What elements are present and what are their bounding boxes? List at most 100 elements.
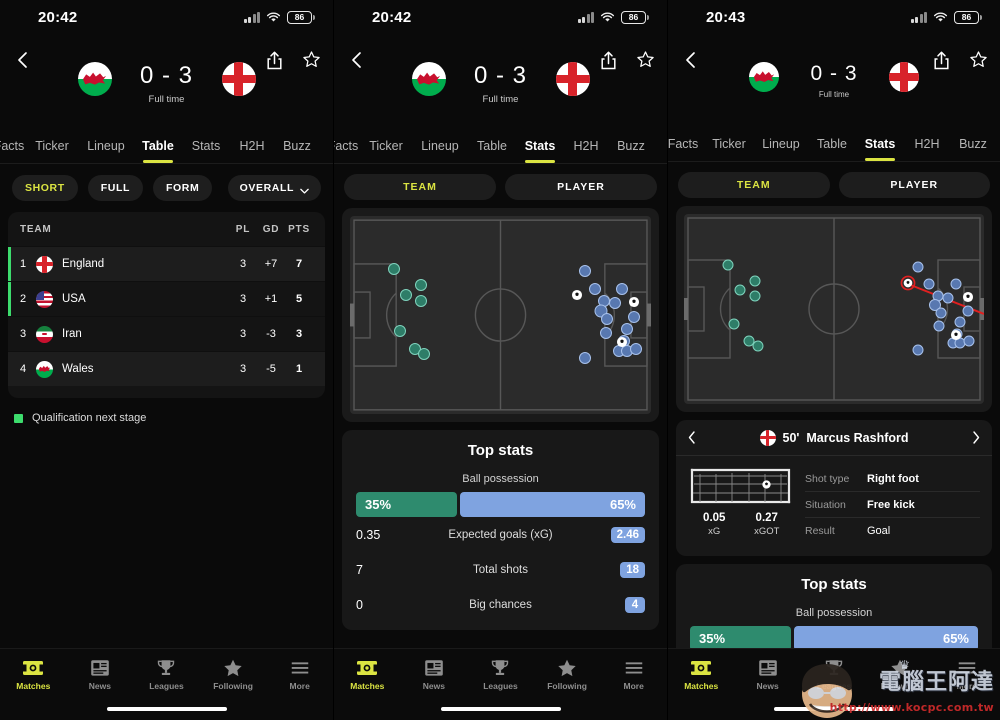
shot-dot-home[interactable] — [734, 284, 745, 296]
nav-more[interactable]: More — [600, 658, 667, 691]
status-time: 20:42 — [372, 8, 412, 26]
shot-player-name: Marcus Rashford — [806, 430, 909, 445]
tab-lineup[interactable]: Lineup — [754, 137, 808, 161]
shot-dot-home[interactable] — [752, 340, 763, 352]
shot-dot-away[interactable] — [962, 305, 973, 317]
shot-dot-away[interactable] — [942, 292, 954, 304]
nav-leagues[interactable]: Leagues — [467, 658, 534, 691]
shot-dot-away[interactable] — [629, 342, 642, 355]
nav-matches[interactable]: Matches — [0, 658, 67, 691]
shot-dot-away[interactable] — [933, 320, 945, 332]
nav-news-label: News — [756, 680, 779, 691]
tab-buzz[interactable]: Buzz — [608, 139, 654, 163]
scope-dropdown[interactable]: OVERALL — [227, 175, 321, 201]
goal-ball-icon[interactable] — [617, 336, 628, 347]
shot-dot-away[interactable] — [935, 307, 946, 319]
nav-following-label: Following — [880, 680, 921, 691]
table-row[interactable]: 1 England 3 +7 7 — [8, 246, 325, 281]
shot-dot-home[interactable] — [728, 318, 739, 330]
chevron-right-icon[interactable] — [972, 431, 980, 444]
goal-ball-icon[interactable] — [572, 290, 583, 301]
nav-more[interactable]: More — [266, 658, 333, 691]
shot-dot-away[interactable] — [578, 265, 591, 278]
tab-lineup[interactable]: Lineup — [412, 139, 468, 163]
tab-facts[interactable]: Facts — [0, 139, 26, 163]
shot-dot-home[interactable] — [414, 279, 427, 292]
shot-dot-away[interactable] — [628, 310, 641, 323]
shot-dot-away[interactable] — [599, 326, 612, 339]
tab-stats[interactable]: Stats — [516, 139, 564, 163]
nav-matches[interactable]: Matches — [668, 658, 734, 691]
table-row[interactable]: 2 USA 3 +1 5 — [8, 281, 325, 316]
shot-minute: 50' — [782, 430, 800, 445]
signal-bars-icon — [577, 11, 594, 23]
shot-dot-away[interactable] — [589, 283, 602, 296]
table-row[interactable]: 4 Wales 3 -5 1 — [8, 351, 325, 386]
shot-map-pitch[interactable] — [684, 214, 984, 404]
nav-leagues[interactable]: Leagues — [133, 658, 200, 691]
nav-news[interactable]: News — [67, 658, 134, 691]
shot-dot-away[interactable] — [954, 316, 966, 328]
tab-h2h[interactable]: H2H — [230, 139, 274, 163]
goal-ball-icon[interactable] — [629, 297, 640, 308]
shot-dot-home[interactable] — [749, 290, 760, 302]
filter-short-button[interactable]: SHORT — [12, 175, 78, 201]
tab-h2h[interactable]: H2H — [564, 139, 608, 163]
selected-shot-ball-icon[interactable] — [900, 275, 915, 291]
toggle-player-button[interactable]: PLAYER — [838, 172, 990, 198]
tab-stats[interactable]: Stats — [182, 139, 230, 163]
filter-full-button[interactable]: FULL — [87, 175, 143, 201]
shot-dot-home[interactable] — [722, 259, 733, 271]
shot-dot-away[interactable] — [601, 312, 614, 325]
shot-map-pitch[interactable] — [350, 216, 651, 414]
shot-dot-home[interactable] — [387, 263, 400, 276]
shot-dot-home[interactable] — [393, 324, 406, 337]
shot-dot-away[interactable] — [620, 322, 633, 335]
nav-matches[interactable]: Matches — [334, 658, 401, 691]
tab-ticker[interactable]: Ticker — [26, 139, 78, 163]
row-team-name: USA — [62, 293, 86, 305]
goal-ball-icon[interactable] — [950, 329, 961, 340]
status-indicators: 86 — [577, 10, 649, 24]
nav-news-label: News — [88, 680, 111, 691]
tab-h2h[interactable]: H2H — [904, 137, 950, 161]
shot-dot-home[interactable] — [749, 275, 760, 286]
tab-lineup[interactable]: Lineup — [78, 139, 134, 163]
chevron-left-icon[interactable] — [688, 431, 696, 444]
tab-ticker[interactable]: Ticker — [704, 137, 754, 161]
tab-facts[interactable]: Facts — [668, 137, 704, 161]
filter-form-button[interactable]: FORM — [152, 175, 213, 201]
shot-dot-home[interactable] — [414, 295, 427, 308]
nav-more[interactable]: More — [934, 658, 1000, 691]
possession-home: 35% — [356, 492, 458, 517]
table-row[interactable]: 3 Iran 3 -3 3 — [8, 316, 325, 351]
shot-dot-away[interactable] — [616, 283, 629, 296]
goal-ball-icon[interactable] — [962, 291, 973, 302]
nav-news[interactable]: News — [734, 658, 800, 691]
tab-buzz[interactable]: Buzz — [274, 139, 320, 163]
toggle-player-button[interactable]: PLAYER — [505, 174, 657, 200]
nav-leagues[interactable]: Leagues — [801, 658, 867, 691]
nav-following[interactable]: Following — [200, 658, 267, 691]
tab-buzz[interactable]: Buzz — [950, 137, 996, 161]
tab-table[interactable]: Table — [468, 139, 516, 163]
nav-news[interactable]: News — [401, 658, 468, 691]
shot-dot-away[interactable] — [912, 261, 924, 273]
tab-ticker[interactable]: Ticker — [360, 139, 412, 163]
shot-dot-away[interactable] — [608, 297, 621, 310]
tab-table[interactable]: Table — [808, 137, 856, 161]
tab-stats[interactable]: Stats — [856, 137, 904, 161]
shot-dot-away[interactable] — [963, 335, 975, 347]
shot-dot-home[interactable] — [417, 347, 430, 360]
nav-following[interactable]: Following — [867, 658, 933, 691]
toggle-team-button[interactable]: TEAM — [678, 172, 830, 198]
tab-table[interactable]: Table — [134, 139, 182, 163]
tab-facts[interactable]: Facts — [334, 139, 360, 163]
toggle-team-button[interactable]: TEAM — [344, 174, 496, 200]
shot-dot-away[interactable] — [923, 278, 934, 290]
shot-dot-away[interactable] — [912, 344, 924, 356]
shot-dot-away[interactable] — [950, 278, 961, 290]
shot-dot-home[interactable] — [399, 289, 412, 302]
shot-dot-away[interactable] — [578, 351, 591, 364]
nav-following[interactable]: Following — [534, 658, 601, 691]
